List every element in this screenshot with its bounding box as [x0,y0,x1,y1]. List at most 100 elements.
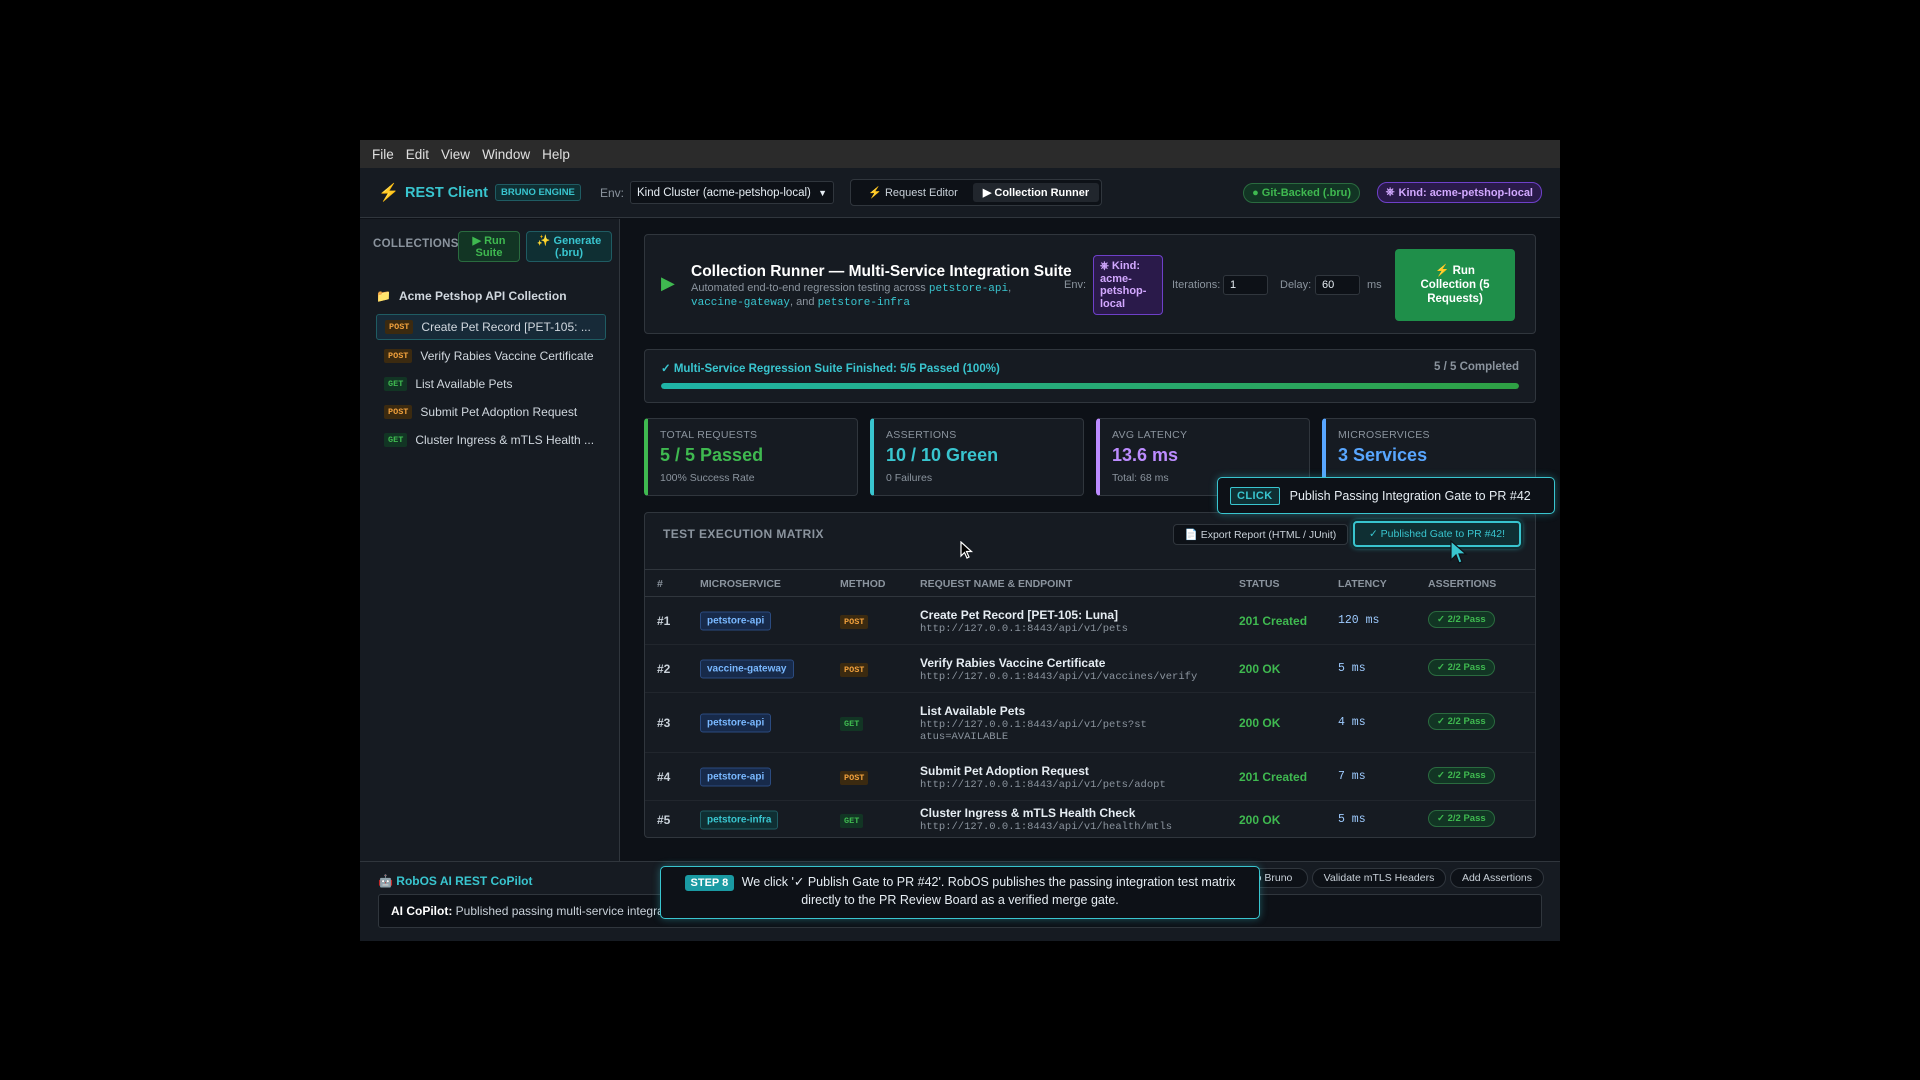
copilot-title: 🤖 RobOS AI REST CoPilot [378,874,533,888]
runner-env-label: Env: [1064,279,1087,291]
sidebar-item-label: Verify Rabies Vaccine Certificate [420,349,594,363]
collections-heading: COLLECTIONS [373,238,459,250]
table-row[interactable]: #4 petstore-api POST Submit Pet Adoption… [645,753,1535,801]
menu-bar: File Edit View Window Help [360,140,1560,168]
top-bar: ⚡ REST Client BRUNO ENGINE Env: Kind Clu… [360,168,1560,218]
stat-value: 10 / 10 Green [886,445,999,465]
status-text: 200 OK [1239,813,1281,827]
row-num: #2 [657,662,671,676]
stat-value: 5 / 5 Passed [660,445,764,465]
sidebar-item-label: Create Pet Record [PET-105: ... [421,320,591,334]
progress-completed: 5 / 5 Completed [1434,361,1519,373]
menu-edit[interactable]: Edit [400,147,435,162]
run-collection-button[interactable]: ⚡ Run Collection (5 Requests) [1395,249,1515,321]
env-select[interactable]: Kind Cluster (acme-petshop-local) ▼ [630,181,834,204]
service-badge: petstore-api [700,611,772,630]
request-name: Create Pet Record [PET-105: Luna] [920,608,1119,622]
sidebar-item-label: List Available Pets [415,377,513,391]
latency-text: 4 ms [1338,716,1366,729]
sidebar-item-adoption[interactable]: POST Submit Pet Adoption Request [376,399,606,425]
stat-label: TOTAL REQUESTS [660,429,758,441]
stat-sub: 0 Failures [886,472,933,484]
kubernetes-icon: ⎈ [1385,186,1395,198]
kind-badge: ⎈ Kind: acme-petshop-local [1376,182,1542,203]
app-title: REST Client [405,184,488,201]
service-name: petstore-infra [817,297,910,309]
row-num: #4 [657,770,671,784]
sidebar-item-verify-vaccine[interactable]: POST Verify Rabies Vaccine Certificate [376,343,606,369]
click-tooltip: CLICK Publish Passing Integration Gate t… [1217,477,1555,514]
method-tag: POST [384,349,413,363]
method-tag: GET [840,814,864,828]
lightning-icon: ⚡ [378,182,400,202]
test-matrix-card: TEST EXECUTION MATRIX 📄 Export Report (H… [644,512,1536,838]
runner-header-card: ▶ Collection Runner — Multi-Service Inte… [644,234,1536,334]
request-url: http://127.0.0.1:8443/api/v1/pets?status… [920,719,1147,743]
chevron-down-icon: ▼ [818,187,827,198]
stat-label: MICROSERVICES [1338,429,1430,441]
subtitle-prefix: Automated end-to-end regression testing … [691,282,926,294]
menu-file[interactable]: File [366,147,400,162]
publish-gate-button[interactable]: ✓ Published Gate to PR #42! [1353,521,1521,547]
progress-track [661,383,1519,389]
method-tag: GET [840,717,864,731]
request-url: http://127.0.0.1:8443/api/v1/vaccines/ve… [920,671,1198,683]
subtitle-and: , and [790,296,815,308]
col-num: # [657,578,663,590]
copilot-chip-validate-mtls[interactable]: Validate mTLS Headers [1312,868,1446,888]
method-tag: GET [384,377,408,391]
table-row[interactable]: #5 petstore-infra GET Cluster Ingress & … [645,801,1535,838]
request-name: Submit Pet Adoption Request [920,764,1089,778]
pointer-cursor-icon [960,541,974,559]
copilot-chip-add-assertions[interactable]: Add Assertions [1450,868,1544,888]
stat-assertions: ASSERTIONS 10 / 10 Green 0 Failures [870,418,1084,496]
collection-folder[interactable]: 📁 Acme Petshop API Collection [376,289,567,303]
stat-label: AVG LATENCY [1112,429,1188,441]
col-assertions: ASSERTIONS [1428,578,1497,590]
run-suite-button[interactable]: ▶ Run Suite [458,231,520,262]
method-tag: POST [384,405,413,419]
iterations-label: Iterations: [1172,279,1221,291]
request-url: http://127.0.0.1:8443/api/v1/pets [920,623,1128,635]
request-url: http://127.0.0.1:8443/api/v1/pets/adopt [920,779,1166,791]
sidebar-item-health[interactable]: GET Cluster Ingress & mTLS Health ... [376,427,606,453]
sidebar-item-create-pet[interactable]: POST Create Pet Record [PET-105: ... [376,314,606,340]
stat-value: 3 Services [1338,445,1428,465]
row-num: #3 [657,716,671,730]
sidebar-item-list-pets[interactable]: GET List Available Pets [376,371,606,397]
row-num: #5 [657,813,671,827]
click-tooltip-text: Publish Passing Integration Gate to PR #… [1289,488,1531,503]
latency-text: 5 ms [1338,662,1366,675]
request-url: http://127.0.0.1:8443/api/v1/health/mtls [920,821,1173,833]
mouse-cursor-icon [1450,540,1468,564]
tab-request-editor[interactable]: ⚡ Request Editor [855,183,971,202]
col-latency: LATENCY [1338,578,1387,590]
service-name: petstore-api [928,283,1009,295]
stat-value: 13.6 ms [1112,445,1179,465]
export-report-button[interactable]: 📄 Export Report (HTML / JUnit) [1173,524,1348,545]
menu-help[interactable]: Help [536,147,576,162]
iterations-input[interactable] [1223,275,1268,295]
assertions-badge: ✓ 2/2 Pass [1428,611,1495,628]
status-text: 201 Created [1239,770,1308,784]
assertions-badge: ✓ 2/2 Pass [1428,810,1495,827]
col-request: REQUEST NAME & ENDPOINT [920,578,1073,590]
menu-window[interactable]: Window [476,147,536,162]
table-row[interactable]: #3 petstore-api GET List Available Pets … [645,693,1535,753]
method-tag: POST [840,771,869,785]
git-backed-badge: ● Git-Backed (.bru) [1243,182,1360,203]
table-row[interactable]: #2 vaccine-gateway POST Verify Rabies Va… [645,645,1535,693]
tab-collection-runner[interactable]: ▶ Collection Runner [973,183,1099,202]
delay-unit: ms [1367,279,1382,291]
menu-view[interactable]: View [435,147,476,162]
method-tag: POST [840,663,869,677]
step-caption: STEP 8 We click '✓ Publish Gate to PR #4… [660,866,1260,919]
env-select-value: Kind Cluster (acme-petshop-local) [637,186,811,199]
runner-env-badge: ⎈ Kind: acme-petshop-local [1093,255,1163,315]
generate-bru-button[interactable]: ✨ Generate (.bru) [526,231,612,262]
delay-input[interactable] [1315,275,1360,295]
stat-label: ASSERTIONS [886,429,957,441]
method-tag: GET [384,433,408,447]
table-row[interactable]: #1 petstore-api POST Create Pet Record [… [645,597,1535,645]
runner-title: Collection Runner — Multi-Service Integr… [691,263,1072,280]
